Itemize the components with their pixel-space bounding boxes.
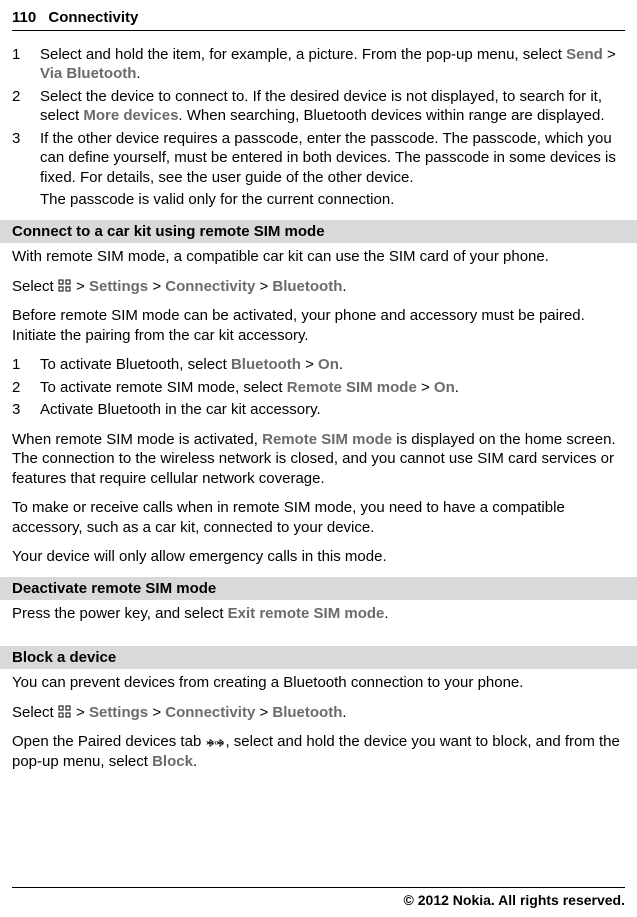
remote-sim-select-path: Select > Settings > Connectivity > Bluet… bbox=[12, 277, 625, 297]
step-number: 3 bbox=[12, 400, 40, 420]
page-footer: © 2012 Nokia. All rights reserved. bbox=[12, 887, 625, 909]
page-content: 110 Connectivity 1 Select and hold the i… bbox=[0, 0, 637, 771]
list-item: 3 If the other device requires a passcod… bbox=[12, 129, 625, 188]
remote-sim-intro: With remote SIM mode, a compatible car k… bbox=[12, 247, 625, 267]
step-text: Select and hold the item, for example, a… bbox=[40, 45, 625, 84]
step-text: To activate remote SIM mode, select Remo… bbox=[40, 378, 625, 398]
step-extra-text: The passcode is valid only for the curre… bbox=[12, 190, 625, 210]
menu-icon bbox=[58, 279, 72, 293]
list-item: 2 Select the device to connect to. If th… bbox=[12, 87, 625, 126]
section-header-block: Block a device bbox=[0, 646, 637, 670]
step-text: If the other device requires a passcode,… bbox=[40, 129, 625, 188]
list-item: 2 To activate remote SIM mode, select Re… bbox=[12, 378, 625, 398]
block-intro: You can prevent devices from creating a … bbox=[12, 673, 625, 693]
block-tab-text: Open the Paired devices tab , select and… bbox=[12, 732, 625, 771]
bluetooth-tab-icon bbox=[205, 735, 225, 749]
remote-sim-before: Before remote SIM mode can be activated,… bbox=[12, 306, 625, 345]
remote-sim-after2: To make or receive calls when in remote … bbox=[12, 498, 625, 537]
remote-sim-steps: 1 To activate Bluetooth, select Bluetoot… bbox=[12, 355, 625, 420]
step-text: To activate Bluetooth, select Bluetooth … bbox=[40, 355, 625, 375]
section-header-remote-sim: Connect to a car kit using remote SIM mo… bbox=[0, 220, 637, 244]
section-header-deactivate: Deactivate remote SIM mode bbox=[0, 577, 637, 601]
step-number: 1 bbox=[12, 355, 40, 375]
step-number: 1 bbox=[12, 45, 40, 84]
page-number: 110 bbox=[12, 9, 36, 26]
step-number: 2 bbox=[12, 378, 40, 398]
list-item: 1 To activate Bluetooth, select Bluetoot… bbox=[12, 355, 625, 375]
block-select-path: Select > Settings > Connectivity > Bluet… bbox=[12, 703, 625, 723]
remote-sim-after3: Your device will only allow emergency ca… bbox=[12, 547, 625, 567]
list-item: 1 Select and hold the item, for example,… bbox=[12, 45, 625, 84]
top-steps-list: 1 Select and hold the item, for example,… bbox=[12, 45, 625, 188]
remote-sim-after1: When remote SIM mode is activated, Remot… bbox=[12, 430, 625, 489]
page-header: 110 Connectivity bbox=[12, 8, 625, 31]
section-title: Connectivity bbox=[48, 9, 138, 26]
step-text: Activate Bluetooth in the car kit access… bbox=[40, 400, 625, 420]
step-text: Select the device to connect to. If the … bbox=[40, 87, 625, 126]
step-number: 2 bbox=[12, 87, 40, 126]
menu-icon bbox=[58, 705, 72, 719]
list-item: 3 Activate Bluetooth in the car kit acce… bbox=[12, 400, 625, 420]
deactivate-text: Press the power key, and select Exit rem… bbox=[12, 604, 625, 624]
step-number: 3 bbox=[12, 129, 40, 188]
